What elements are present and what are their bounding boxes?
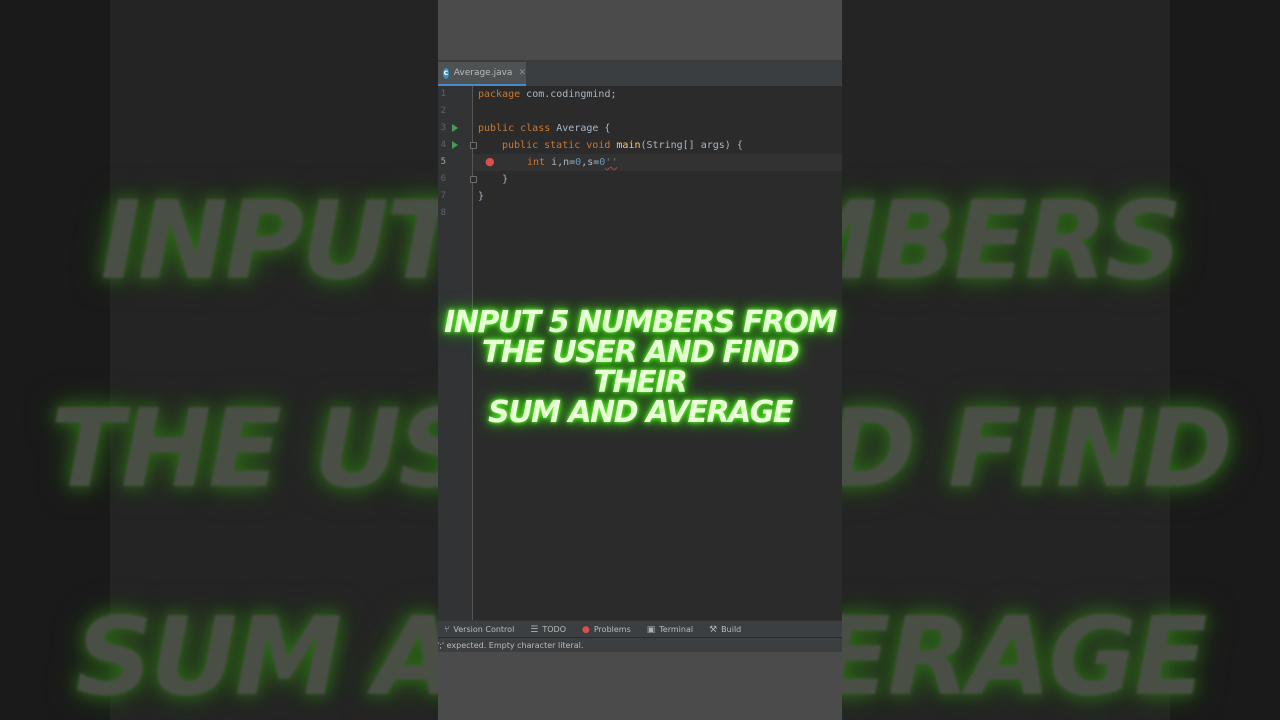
code-token: main xyxy=(616,140,641,151)
list-icon: ☰ xyxy=(530,624,539,635)
run-icon[interactable] xyxy=(452,124,458,132)
frame-top-bar xyxy=(438,0,842,60)
code-token: com.codingmind; xyxy=(520,89,617,100)
code-token: package xyxy=(478,89,521,100)
code-token: (String[] args) { xyxy=(640,140,743,151)
frame-bottom-bar xyxy=(438,652,842,720)
status-message: ';' expected. Empty character literal. xyxy=(438,641,584,650)
code-line-1: 1 package com.codingmind; xyxy=(438,86,842,103)
code-line-5: 5 ● int i,n=0,s=0'' xyxy=(438,154,842,171)
code-line-8: 8 xyxy=(438,205,842,222)
line-number: 5 xyxy=(440,157,446,167)
tab-average-java[interactable]: c Average.java ✕ xyxy=(438,62,526,86)
java-class-icon: c xyxy=(443,67,449,79)
tab-label: Average.java xyxy=(453,68,513,78)
build-button[interactable]: ⚒ Build xyxy=(709,625,741,635)
terminal-button[interactable]: ▣ Terminal xyxy=(647,625,693,635)
tool-window-bar: ⑂ Version Control ☰ TODO ● Problems ▣ Te… xyxy=(438,620,842,638)
todo-button[interactable]: ☰ TODO xyxy=(530,625,566,635)
code-token: i,n= xyxy=(545,157,576,168)
fold-icon[interactable] xyxy=(470,176,477,183)
tool-label: Terminal xyxy=(659,625,694,634)
line-number: 8 xyxy=(440,208,446,218)
line-number: 7 xyxy=(440,191,446,201)
status-bar: ';' expected. Empty character literal. xyxy=(438,637,842,652)
code-token: ,s= xyxy=(581,157,600,168)
problems-button[interactable]: ● Problems xyxy=(582,625,631,635)
tool-label: Problems xyxy=(593,625,631,634)
branch-icon: ⑂ xyxy=(444,624,450,635)
video-caption: INPUT 5 NUMBERS FROM THE USER AND FIND T… xyxy=(438,308,842,428)
error-icon: ● xyxy=(582,624,590,635)
code-token: Average { xyxy=(550,123,611,134)
line-number: 4 xyxy=(440,140,446,150)
tool-label: TODO xyxy=(542,625,567,634)
caption-line-2: THE USER AND FIND THEIR xyxy=(481,335,800,400)
code-token: } xyxy=(478,174,509,185)
editor-tab-bar: c Average.java ✕ xyxy=(438,62,842,87)
code-line-3: 3 public class Average { xyxy=(438,120,842,137)
code-error-token: '' xyxy=(605,157,618,168)
line-number: 2 xyxy=(440,106,446,116)
close-icon[interactable]: ✕ xyxy=(518,68,526,78)
code-line-4: 4 public static void main(String[] args)… xyxy=(438,137,842,154)
run-icon[interactable] xyxy=(452,141,458,149)
line-number: 1 xyxy=(440,89,446,99)
hammer-icon: ⚒ xyxy=(709,624,718,635)
code-token: public class xyxy=(478,123,551,134)
version-control-button[interactable]: ⑂ Version Control xyxy=(444,625,514,635)
fold-icon[interactable] xyxy=(470,142,477,149)
code-token: } xyxy=(478,191,485,202)
code-token: int xyxy=(527,157,546,168)
error-bulb-icon[interactable]: ● xyxy=(485,156,495,167)
code-line-7: 7 } xyxy=(438,188,842,205)
code-line-6: 6 } xyxy=(438,171,842,188)
caption-line-1: INPUT 5 NUMBERS FROM xyxy=(444,305,837,340)
code-line-2: 2 xyxy=(438,103,842,120)
tool-label: Build xyxy=(721,625,742,634)
line-number: 6 xyxy=(440,174,446,184)
terminal-icon: ▣ xyxy=(646,624,656,635)
tool-label: Version Control xyxy=(453,625,515,634)
caption-line-3: SUM AND AVERAGE xyxy=(488,395,793,430)
code-token: public static void xyxy=(502,140,611,151)
line-number: 3 xyxy=(440,123,446,133)
